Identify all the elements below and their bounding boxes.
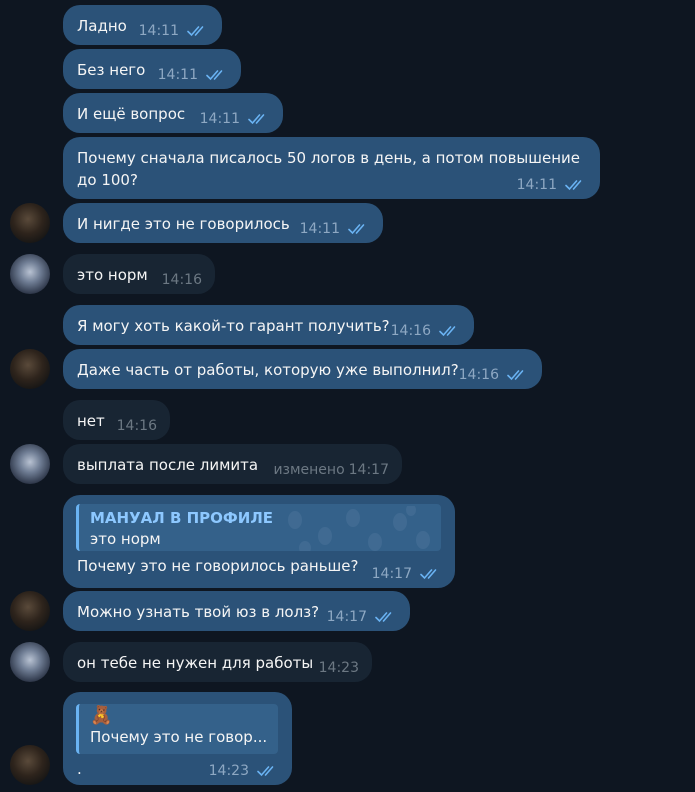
message-text: И ещё вопрос bbox=[77, 105, 186, 123]
message-outgoing[interactable]: Почему сначала писалось 50 логов в день,… bbox=[63, 137, 600, 199]
double-check-icon bbox=[507, 369, 529, 381]
message-text: Я могу хоть какой-то гарант получить? bbox=[77, 317, 390, 335]
message-text: Почему сначала писалось 50 логов в день,… bbox=[77, 149, 580, 189]
message-time: 14:16 bbox=[458, 367, 499, 383]
message-text: Без него bbox=[77, 61, 146, 79]
message-outgoing-reply[interactable]: 🧸 Почему это не говор... . 14:23 bbox=[63, 692, 292, 785]
message-text: это норм bbox=[77, 266, 148, 284]
message-text: . bbox=[77, 760, 82, 778]
quote-author: МАНУАЛ В ПРОФИЛЕ bbox=[90, 509, 274, 527]
avatar[interactable] bbox=[10, 444, 50, 484]
chat-history: Ладно 14:11 Без него 14:11 И ещё вопрос … bbox=[0, 0, 695, 792]
double-check-icon bbox=[420, 568, 442, 580]
message-meta: 14:17 bbox=[327, 608, 397, 626]
message-time: 14:17 bbox=[326, 609, 367, 625]
message-text: он тебе не нужен для работы bbox=[77, 654, 314, 672]
message-text: Можно узнать твой юз в лолз? bbox=[77, 603, 320, 621]
message-time: 14:17 bbox=[371, 566, 412, 582]
avatar[interactable] bbox=[10, 349, 50, 389]
message-meta: 14:23 bbox=[319, 659, 359, 677]
double-check-icon bbox=[439, 325, 461, 337]
message-outgoing[interactable]: И ещё вопрос 14:11 bbox=[63, 93, 283, 133]
reply-quote[interactable]: МАНУАЛ В ПРОФИЛЕ это норм bbox=[76, 504, 441, 551]
message-outgoing[interactable]: Я могу хоть какой-то гарант получить? 14… bbox=[63, 305, 474, 345]
avatar[interactable] bbox=[10, 642, 50, 682]
message-outgoing[interactable]: Даже часть от работы, которую уже выполн… bbox=[63, 349, 542, 389]
message-meta: 14:11 bbox=[517, 176, 587, 194]
message-outgoing[interactable]: Можно узнать твой юз в лолз? 14:17 bbox=[63, 591, 410, 631]
avatar[interactable] bbox=[10, 745, 50, 785]
message-time: 14:11 bbox=[516, 177, 557, 193]
message-incoming[interactable]: нет 14:16 bbox=[63, 400, 170, 440]
double-check-icon bbox=[206, 69, 228, 81]
message-meta: 14:11 bbox=[300, 220, 370, 238]
message-time: 14:11 bbox=[199, 111, 240, 127]
message-time: 14:16 bbox=[161, 272, 202, 288]
double-check-icon bbox=[248, 113, 270, 125]
message-outgoing[interactable]: И нигде это не говорилось 14:11 bbox=[63, 203, 383, 243]
avatar[interactable] bbox=[10, 203, 50, 243]
double-check-icon bbox=[565, 179, 587, 191]
message-meta: 14:11 bbox=[200, 110, 270, 128]
message-meta: 14:16 bbox=[117, 417, 157, 435]
avatar[interactable] bbox=[10, 591, 50, 631]
quote-text: Почему это не говор... bbox=[90, 728, 268, 746]
message-text: Почему это не говорилось раньше? bbox=[77, 557, 359, 575]
message-time: 14:11 bbox=[299, 221, 340, 237]
message-meta: 14:11 bbox=[139, 22, 209, 40]
teddy-bear-icon: 🧸 bbox=[90, 705, 113, 726]
message-incoming[interactable]: выплата после лимита изменено 14:17 bbox=[63, 444, 402, 484]
quote-text: это норм bbox=[90, 530, 161, 548]
double-check-icon bbox=[348, 223, 370, 235]
message-meta: 14:16 bbox=[459, 366, 529, 384]
message-meta: изменено 14:17 bbox=[273, 461, 389, 479]
message-time: 14:17 bbox=[348, 462, 389, 478]
message-time: 14:11 bbox=[157, 67, 198, 83]
message-time: 14:16 bbox=[390, 323, 431, 339]
message-time: 14:23 bbox=[318, 660, 359, 676]
reply-quote[interactable]: 🧸 Почему это не говор... bbox=[76, 704, 278, 754]
message-incoming[interactable]: это норм 14:16 bbox=[63, 254, 215, 294]
double-check-icon bbox=[375, 611, 397, 623]
message-text: выплата после лимита bbox=[77, 456, 259, 474]
message-time: 14:16 bbox=[116, 418, 157, 434]
edited-label: изменено bbox=[273, 462, 345, 478]
message-outgoing-reply[interactable]: МАНУАЛ В ПРОФИЛЕ это норм Почему это не … bbox=[63, 495, 455, 588]
message-meta: 14:17 bbox=[372, 565, 442, 583]
message-text: Даже часть от работы, которую уже выполн… bbox=[77, 361, 459, 379]
message-meta: 14:23 bbox=[209, 762, 279, 780]
message-meta: 14:16 bbox=[391, 322, 461, 340]
message-time: 14:23 bbox=[208, 763, 249, 779]
message-outgoing[interactable]: Ладно 14:11 bbox=[63, 5, 222, 45]
message-text: И нигде это не говорилось bbox=[77, 215, 290, 233]
message-text: Ладно bbox=[77, 17, 127, 35]
message-outgoing[interactable]: Без него 14:11 bbox=[63, 49, 241, 89]
message-time: 14:11 bbox=[138, 23, 179, 39]
message-text: нет bbox=[77, 412, 105, 430]
message-meta: 14:16 bbox=[162, 271, 202, 289]
avatar[interactable] bbox=[10, 254, 50, 294]
double-check-icon bbox=[187, 25, 209, 37]
message-incoming[interactable]: он тебе не нужен для работы 14:23 bbox=[63, 642, 372, 682]
double-check-icon bbox=[257, 765, 279, 777]
message-meta: 14:11 bbox=[158, 66, 228, 84]
